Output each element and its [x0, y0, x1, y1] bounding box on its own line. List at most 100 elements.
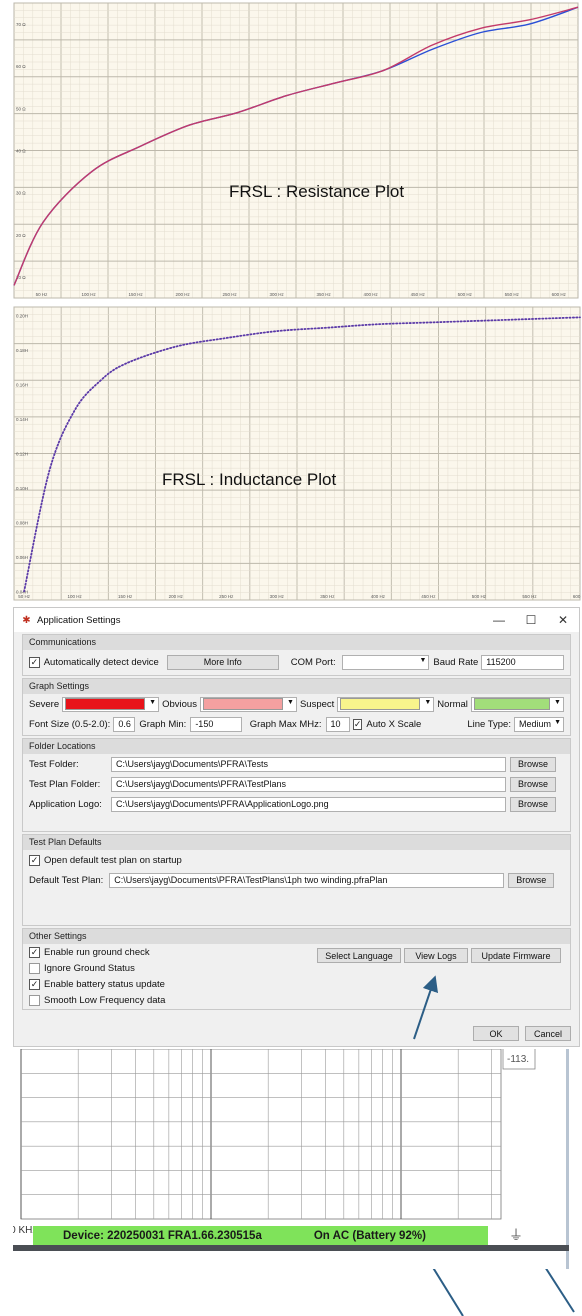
- battery-status-checkbox[interactable]: ✓: [29, 978, 40, 990]
- x-tick-label: 100 Hz: [68, 594, 83, 599]
- x-tick-label: 550 Hz: [505, 292, 520, 297]
- auto-x-scale-label: Auto X Scale: [366, 718, 422, 730]
- graph-min-input[interactable]: -150: [190, 716, 242, 732]
- ground-icon[interactable]: ⏚: [505, 1225, 527, 1245]
- app-gear-icon: ✱: [22, 614, 31, 626]
- ignore-ground-status-label: Ignore Ground Status: [44, 962, 135, 974]
- chevron-down-icon: ▼: [554, 718, 561, 726]
- application-logo-browse-button[interactable]: Browse: [510, 796, 556, 812]
- x-tick-label: 450 Hz: [411, 292, 426, 297]
- power-status-text: On AC (Battery 92%): [313, 1230, 426, 1242]
- graph-settings-header: Graph Settings: [23, 679, 570, 694]
- obvious-swatch: [202, 698, 283, 710]
- chevron-down-icon: ▼: [287, 698, 294, 706]
- x-tick-label: 600 Hz: [573, 594, 582, 599]
- ignore-ground-status-checkbox[interactable]: [29, 962, 40, 974]
- y-tick-label: 60 Ω: [16, 64, 26, 69]
- battery-status-label: Enable battery status update: [44, 978, 165, 990]
- dialog-title: Application Settings: [37, 614, 121, 626]
- default-test-plan-input[interactable]: C:\Users\jayg\Documents\PFRA\TestPlans\1…: [109, 872, 505, 888]
- x-tick-label: 450 Hz: [421, 594, 436, 599]
- obvious-color-select[interactable]: ▼: [199, 696, 297, 712]
- x-tick-label: 250 Hz: [219, 594, 234, 599]
- chevron-down-icon: ▼: [554, 698, 561, 706]
- baud-rate-label: Baud Rate: [433, 656, 479, 668]
- graph-max-label: Graph Max MHz:: [249, 718, 322, 730]
- suspect-color-select[interactable]: ▼: [337, 696, 435, 712]
- x-tick-label: 50 Hz: [36, 292, 49, 297]
- run-ground-check-checkbox[interactable]: ✓: [29, 946, 40, 958]
- smooth-low-freq-label: Smooth Low Frequency data: [44, 994, 166, 1006]
- more-info-button[interactable]: More Info: [166, 654, 279, 670]
- update-firmware-button[interactable]: Update Firmware: [471, 948, 561, 963]
- close-button[interactable]: ✕: [547, 613, 579, 627]
- com-port-select[interactable]: ▼: [341, 654, 430, 670]
- side-readout-value: -113.: [507, 1054, 529, 1065]
- x-tick-label: 200 Hz: [175, 292, 190, 297]
- minimize-button[interactable]: —: [483, 613, 515, 627]
- view-logs-button[interactable]: View Logs: [404, 948, 468, 963]
- graph-max-input[interactable]: 10: [325, 716, 350, 732]
- smooth-low-freq-checkbox[interactable]: [29, 994, 40, 1006]
- chevron-down-icon: ▼: [419, 656, 427, 664]
- y-tick-label: 0.12H: [16, 452, 28, 457]
- dialog-titlebar: ✱ Application Settings — ☐ ✕: [14, 608, 579, 632]
- x-tick-label: 250 Hz: [222, 292, 237, 297]
- x-tick-label: 300 Hz: [270, 292, 285, 297]
- font-size-input[interactable]: 0.6: [113, 716, 136, 732]
- font-size-label: Font Size (0.5-2.0):: [29, 718, 111, 730]
- graph-settings-section: Graph Settings Severe ▼ Obvious ▼ Suspec…: [22, 678, 571, 736]
- normal-swatch: [473, 698, 550, 710]
- open-default-plan-label: Open default test plan on startup: [44, 854, 182, 866]
- default-plan-browse-button[interactable]: Browse: [508, 872, 555, 888]
- resistance-plot: 70 Ω 60 Ω 50 Ω 40 Ω 30 Ω 20 Ω 10 Ω 50 Hz 100 Hz 1…: [0, 0, 582, 300]
- inductance-plot: 0.20H 0.18H 0.16H 0.14H 0.12H 0.10H 0.08H 0.06H…: [0, 305, 582, 602]
- normal-label: Normal: [437, 698, 468, 710]
- inductance-plot-svg: 0.20H 0.18H 0.16H 0.14H 0.12H 0.10H 0.08H 0.06H…: [13, 306, 582, 601]
- x-tick-label: 550 Hz: [522, 594, 537, 599]
- test-folder-input[interactable]: C:\Users\jayg\Documents\PFRA\Tests: [111, 756, 506, 772]
- chevron-down-icon: ▼: [424, 698, 432, 706]
- test-plan-folder-browse-button[interactable]: Browse: [510, 776, 556, 792]
- select-language-button[interactable]: Select Language: [317, 948, 401, 963]
- test-folder-browse-button[interactable]: Browse: [510, 756, 556, 772]
- cancel-button[interactable]: Cancel: [525, 1026, 571, 1041]
- status-strip: [13, 1245, 569, 1251]
- y-tick-label: 0.16H: [16, 383, 28, 388]
- application-logo-input[interactable]: C:\Users\jayg\Documents\PFRA\Application…: [111, 796, 506, 812]
- y-tick-label: 0.18H: [16, 348, 28, 353]
- test-plan-defaults-section: Test Plan Defaults ✓ Open default test p…: [22, 834, 571, 926]
- device-plot-area: [20, 1049, 502, 1220]
- baud-rate-input[interactable]: 115200: [481, 654, 564, 670]
- y-tick-label: 40 Ω: [16, 149, 26, 154]
- severe-label: Severe: [29, 698, 60, 710]
- test-plan-defaults-header: Test Plan Defaults: [23, 835, 570, 850]
- application-settings-dialog: ✱ Application Settings — ☐ ✕ Communicati…: [13, 607, 580, 1047]
- auto-x-scale-checkbox[interactable]: ✓: [352, 718, 363, 730]
- x-tick-label: 50 Hz: [18, 594, 31, 599]
- x-tick-label: 400 Hz: [364, 292, 379, 297]
- x-tick-label: 600 Hz: [552, 292, 567, 297]
- ok-button[interactable]: OK: [473, 1026, 519, 1041]
- severe-color-select[interactable]: ▼: [62, 696, 160, 712]
- plot-annotation: FRSL : Resistance Plot: [229, 182, 404, 201]
- maximize-button[interactable]: ☐: [515, 613, 547, 627]
- x-tick-label: 500 Hz: [458, 292, 473, 297]
- test-plan-folder-input[interactable]: C:\Users\jayg\Documents\PFRA\TestPlans: [111, 776, 506, 792]
- x-tick-label: 100 Hz: [81, 292, 96, 297]
- folder-locations-header: Folder Locations: [23, 739, 570, 754]
- y-tick-label: 0.08H: [16, 520, 28, 525]
- open-default-plan-checkbox[interactable]: ✓: [29, 854, 40, 866]
- communications-header: Communications: [23, 635, 570, 650]
- suspect-label: Suspect: [299, 698, 335, 710]
- x-tick-label: 150 Hz: [128, 292, 143, 297]
- auto-detect-checkbox[interactable]: ✓: [29, 656, 40, 668]
- line-type-select[interactable]: Medium ▼: [513, 716, 564, 732]
- y-tick-label: 30 Ω: [16, 191, 26, 196]
- y-tick-label: 70 Ω: [16, 22, 26, 27]
- normal-color-select[interactable]: ▼: [470, 696, 564, 712]
- test-plan-folder-label: Test Plan Folder:: [29, 778, 101, 790]
- y-tick-label: 0.14H: [16, 417, 28, 422]
- x-tick-label: 350 Hz: [320, 594, 335, 599]
- x-tick-label: 500 Hz: [472, 594, 487, 599]
